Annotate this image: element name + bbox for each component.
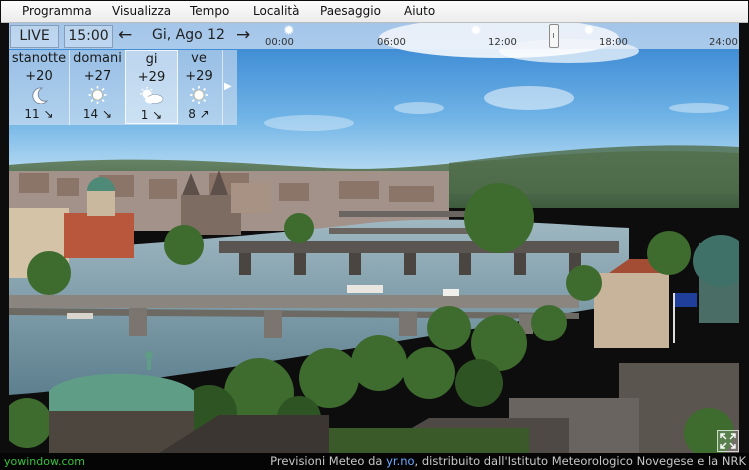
forecast-temp: +29 <box>185 69 213 84</box>
sun-icon: ✹ <box>470 23 482 39</box>
date-label: Gi, Ago 12 <box>152 27 225 43</box>
menu-localita[interactable]: Località <box>253 4 300 19</box>
fullscreen-button[interactable] <box>717 430 739 452</box>
menu-bar: Programma Visualizza Tempo Località Paes… <box>1 1 748 23</box>
live-button[interactable]: LIVE <box>10 25 59 48</box>
brand-link[interactable]: yowindow.com <box>4 455 85 468</box>
sun-icon <box>70 86 125 104</box>
forecast-credit: Previsioni Meteo da yr.no, distribuito d… <box>270 455 746 468</box>
forecast-wind: 11 ↘ <box>24 107 54 121</box>
credit-suffix: , distribuito dall'Istituto Meteorologic… <box>414 454 746 468</box>
timeline-tick: 00:00 <box>265 37 294 48</box>
forecast-divider <box>222 50 223 125</box>
forecast-day-name: gi <box>145 52 158 67</box>
menu-aiuto[interactable]: Aiuto <box>404 4 435 19</box>
timeline-tick: 18:00 <box>599 37 628 48</box>
sun-cloud-icon <box>126 87 177 105</box>
current-time-button[interactable]: 15:00 <box>64 25 113 48</box>
forecast-day-domani[interactable]: domani +27 14 ↘ <box>70 50 125 124</box>
menu-tempo[interactable]: Tempo <box>190 4 229 19</box>
expand-forecast-icon[interactable]: ▶ <box>224 81 232 92</box>
forecast-temp: +27 <box>83 69 112 84</box>
forecast-wind: 14 ↘ <box>82 107 113 121</box>
forecast-day-name: ve <box>191 51 207 66</box>
forecast-day-stanotte[interactable]: stanotte +20 11 ↘ <box>9 50 69 124</box>
forecast-day-ve[interactable]: ve +29 8 ↗ <box>176 50 222 124</box>
sun-icon: ✹ <box>583 23 595 39</box>
yr-no-link[interactable]: yr.no <box>386 454 414 468</box>
forecast-day-name: stanotte <box>11 51 67 66</box>
menu-visualizza[interactable]: Visualizza <box>112 4 171 19</box>
menu-programma[interactable]: Programma <box>22 4 92 19</box>
sun-icon <box>176 86 222 104</box>
timeline-tick: 06:00 <box>377 37 406 48</box>
forecast-wind: 8 ↗ <box>188 107 210 121</box>
forecast-wind: 1 ↘ <box>140 108 163 122</box>
forecast-temp: +29 <box>137 70 166 85</box>
sun-icon: ✹ <box>283 23 295 39</box>
forecast-day-gi[interactable]: gi +29 1 ↘ <box>125 50 178 124</box>
arrow-left-icon[interactable]: ← <box>118 26 132 44</box>
timeline-slider-thumb[interactable] <box>549 24 559 48</box>
menu-paesaggio[interactable]: Paesaggio <box>320 4 381 19</box>
timeline-tick: 24:00 <box>709 37 738 48</box>
timeline-tick: 12:00 <box>488 37 517 48</box>
forecast-temp: +20 <box>25 69 53 84</box>
moon-icon <box>9 86 69 105</box>
arrow-right-icon[interactable]: → <box>236 26 250 44</box>
forecast-day-name: domani <box>73 51 122 66</box>
app-window: Programma Visualizza Tempo Località Paes… <box>0 0 749 470</box>
credit-prefix: Previsioni Meteo da <box>270 454 387 468</box>
fullscreen-icon <box>720 433 736 449</box>
